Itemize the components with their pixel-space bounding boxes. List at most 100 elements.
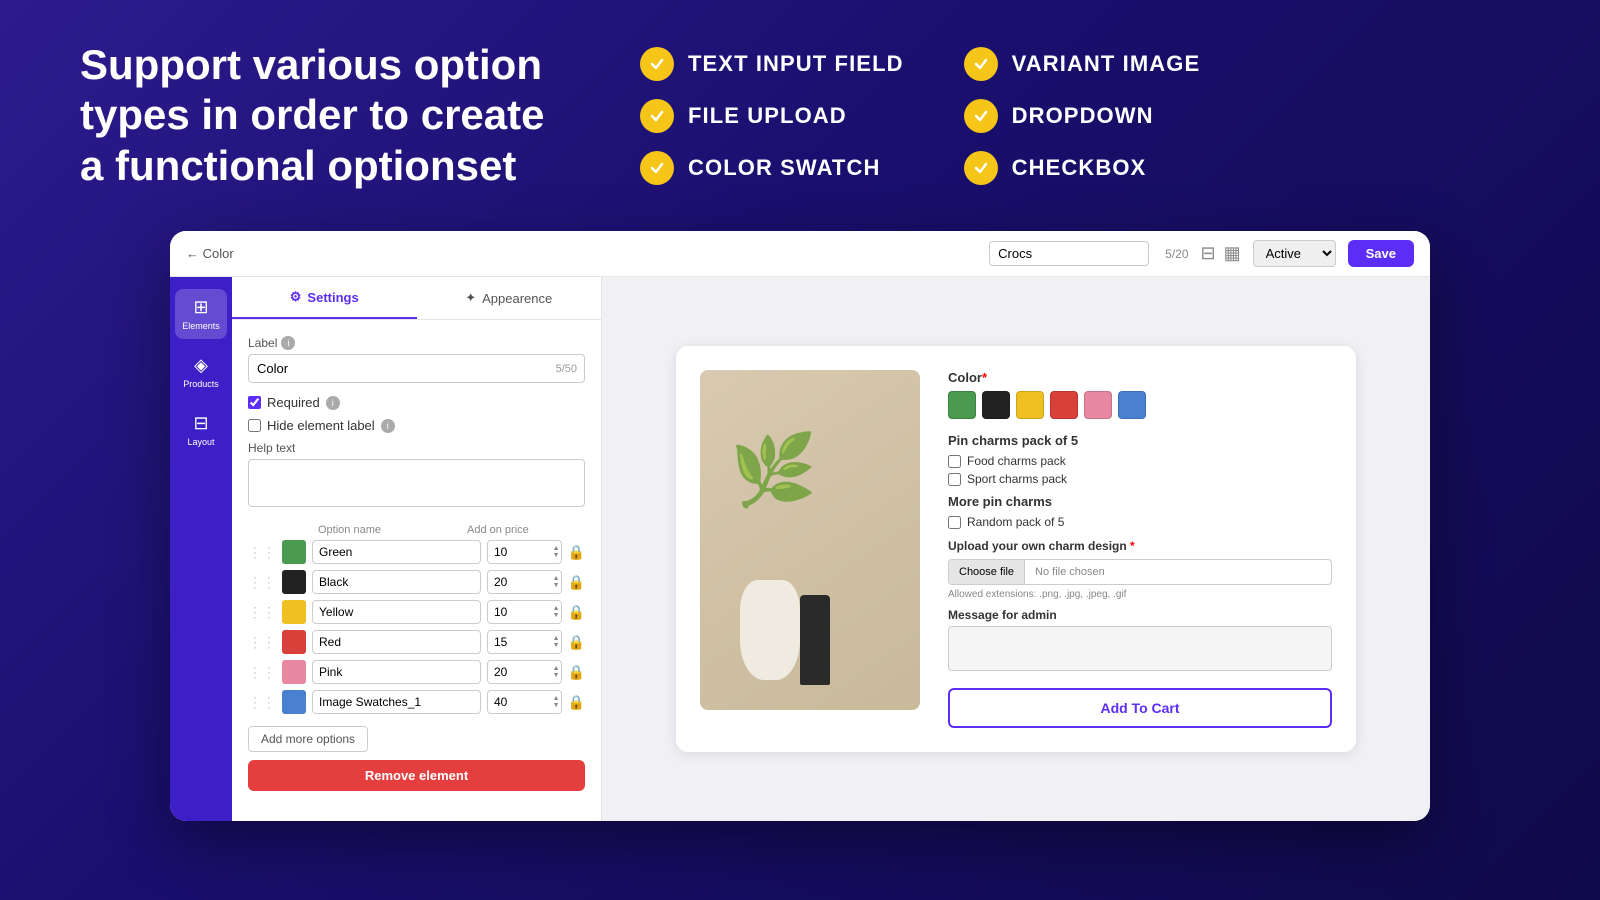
hide-label-checkbox[interactable] xyxy=(248,419,261,432)
app-window: ← Color 5/20 ⊟ ▦ Active Inactive Save ⊞ … xyxy=(170,231,1430,821)
price-input-black[interactable] xyxy=(487,570,562,594)
price-input-pink[interactable] xyxy=(487,660,562,684)
lock-icon-black[interactable]: 🔒 xyxy=(568,574,585,591)
price-input-red[interactable] xyxy=(487,630,562,654)
price-input-blue[interactable] xyxy=(487,690,562,714)
option-row-red: ⋮⋮ ▲▼ 🔒 xyxy=(248,630,585,654)
check-icon-variant-image xyxy=(964,47,998,81)
swatch-pink xyxy=(282,660,306,684)
price-up-green[interactable]: ▲ xyxy=(553,545,560,552)
price-down-green[interactable]: ▼ xyxy=(553,552,560,559)
product-name-input[interactable] xyxy=(989,241,1149,266)
required-row: Required i xyxy=(248,395,585,410)
lock-icon-yellow[interactable]: 🔒 xyxy=(568,604,585,621)
hide-info-icon: i xyxy=(381,419,395,433)
more-pin-charms-title: More pin charms xyxy=(948,494,1332,509)
lock-icon-red[interactable]: 🔒 xyxy=(568,634,585,651)
col-option-name: Option name xyxy=(318,524,459,536)
swatch-preview-green[interactable] xyxy=(948,391,976,419)
price-down-blue[interactable]: ▼ xyxy=(553,702,560,709)
drag-handle[interactable]: ⋮⋮ xyxy=(248,574,276,591)
price-up-blue[interactable]: ▲ xyxy=(553,695,560,702)
tab-appearance[interactable]: ✦ Appearence xyxy=(417,277,602,319)
price-down-pink[interactable]: ▼ xyxy=(553,672,560,679)
swatch-preview-black[interactable] xyxy=(982,391,1010,419)
drag-handle[interactable]: ⋮⋮ xyxy=(248,604,276,621)
price-down-red[interactable]: ▼ xyxy=(553,642,560,649)
price-wrap-blue: ▲▼ xyxy=(487,690,562,714)
price-up-red[interactable]: ▲ xyxy=(553,635,560,642)
option-row-blue: ⋮⋮ ▲▼ 🔒 xyxy=(248,690,585,714)
help-text-input[interactable] xyxy=(248,459,585,507)
sport-charms-checkbox[interactable] xyxy=(948,473,961,486)
left-panel: ⚙ Settings ✦ Appearence Label i xyxy=(232,277,602,821)
lock-icon-green[interactable]: 🔒 xyxy=(568,544,585,561)
product-details: Color* Pin charms pack of 5 xyxy=(948,370,1332,728)
label-field-row: Label i 5/50 xyxy=(248,336,585,383)
swatch-preview-red[interactable] xyxy=(1050,391,1078,419)
save-button[interactable]: Save xyxy=(1348,240,1414,267)
sidebar-label-layout: Layout xyxy=(187,437,214,447)
price-up-black[interactable]: ▲ xyxy=(553,575,560,582)
remove-element-button[interactable]: Remove element xyxy=(248,760,585,791)
swatch-preview-blue[interactable] xyxy=(1118,391,1146,419)
sidebar-label-elements: Elements xyxy=(182,321,220,331)
sidebar-item-elements[interactable]: ⊞ Elements xyxy=(175,289,227,339)
feature-label-dropdown: DROPDOWN xyxy=(1012,103,1154,129)
topbar-icons: ⊟ ▦ xyxy=(1201,243,1241,264)
label-char-count: 5/50 xyxy=(556,363,577,375)
drag-handle[interactable]: ⋮⋮ xyxy=(248,664,276,681)
choose-file-button[interactable]: Choose file xyxy=(949,560,1025,584)
price-input-yellow[interactable] xyxy=(487,600,562,624)
price-down-yellow[interactable]: ▼ xyxy=(553,612,560,619)
tablet-icon[interactable]: ⊟ xyxy=(1201,243,1216,264)
desktop-icon[interactable]: ▦ xyxy=(1224,243,1241,264)
hide-label-row: Hide element label i xyxy=(248,418,585,433)
drag-handle[interactable]: ⋮⋮ xyxy=(248,694,276,711)
check-icon-file-upload xyxy=(640,99,674,133)
lock-icon-pink[interactable]: 🔒 xyxy=(568,664,585,681)
required-info-icon: i xyxy=(326,396,340,410)
add-more-button[interactable]: Add more options xyxy=(248,726,368,752)
option-name-yellow[interactable] xyxy=(312,600,481,624)
label-input[interactable] xyxy=(248,354,585,383)
option-name-green[interactable] xyxy=(312,540,481,564)
option-name-red[interactable] xyxy=(312,630,481,654)
food-charms-checkbox[interactable] xyxy=(948,455,961,468)
random-pack-checkbox[interactable] xyxy=(948,516,961,529)
topbar-char-count: 5/20 xyxy=(1165,247,1188,261)
price-input-green[interactable] xyxy=(487,540,562,564)
add-to-cart-button[interactable]: Add To Cart xyxy=(948,688,1332,728)
tab-settings[interactable]: ⚙ Settings xyxy=(232,277,417,319)
option-name-black[interactable] xyxy=(312,570,481,594)
feature-dropdown: DROPDOWN xyxy=(964,99,1228,133)
drag-handle[interactable]: ⋮⋮ xyxy=(248,544,276,561)
swatch-preview-pink[interactable] xyxy=(1084,391,1112,419)
sidebar-label-products: Products xyxy=(183,379,219,389)
price-up-pink[interactable]: ▲ xyxy=(553,665,560,672)
price-up-yellow[interactable]: ▲ xyxy=(553,605,560,612)
top-bar: ← Color 5/20 ⊟ ▦ Active Inactive Save xyxy=(170,231,1430,277)
message-label: Message for admin xyxy=(948,608,1332,622)
option-name-blue[interactable] xyxy=(312,690,481,714)
required-checkbox[interactable] xyxy=(248,396,261,409)
products-icon: ◈ xyxy=(194,355,208,376)
status-select[interactable]: Active Inactive xyxy=(1253,240,1336,267)
lock-icon-blue[interactable]: 🔒 xyxy=(568,694,585,711)
swatch-preview-yellow[interactable] xyxy=(1016,391,1044,419)
sidebar-item-layout[interactable]: ⊟ Layout xyxy=(175,405,227,455)
option-name-pink[interactable] xyxy=(312,660,481,684)
check-icon-text-input xyxy=(640,47,674,81)
headline: Support various option types in order to… xyxy=(80,40,560,191)
price-down-black[interactable]: ▼ xyxy=(553,582,560,589)
feature-label-color-swatch: COLOR SWATCH xyxy=(688,155,880,181)
checkbox-food-charms: Food charms pack xyxy=(948,454,1332,468)
message-textarea[interactable] xyxy=(948,626,1332,671)
back-button[interactable]: ← Color xyxy=(186,246,234,261)
palm-decoration: 🌿 xyxy=(730,430,817,512)
price-wrap-pink: ▲▼ xyxy=(487,660,562,684)
feature-label-variant-image: VARIANT IMAGE xyxy=(1012,51,1201,77)
tab-appearance-label: Appearence xyxy=(482,291,552,306)
drag-handle[interactable]: ⋮⋮ xyxy=(248,634,276,651)
sidebar-item-products[interactable]: ◈ Products xyxy=(175,347,227,397)
